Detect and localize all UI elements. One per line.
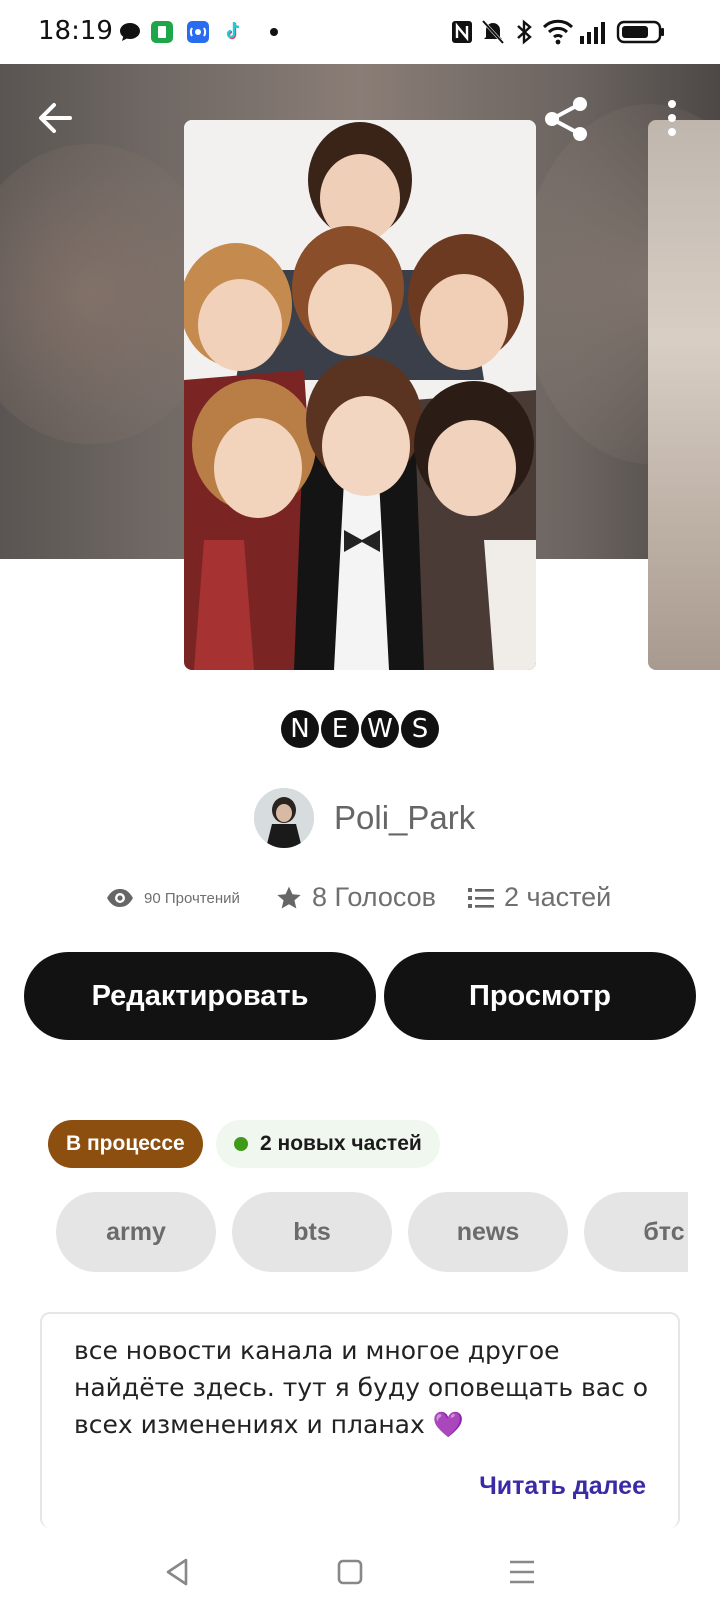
bluetooth-icon <box>517 19 532 45</box>
tag-chip[interactable]: bts <box>232 1192 392 1272</box>
star-icon <box>277 886 301 909</box>
tag-chip[interactable]: news <box>408 1192 568 1272</box>
avatar-image <box>254 788 314 848</box>
title-letter: N <box>281 710 319 748</box>
more-vertical-icon[interactable] <box>656 96 688 140</box>
author-row[interactable]: Poli_Park <box>254 788 475 848</box>
home-nav-icon[interactable] <box>330 1552 370 1592</box>
tiktok-icon <box>226 21 240 40</box>
story-cover-image <box>184 120 536 670</box>
new-parts-label: 2 новых частей <box>260 1132 422 1155</box>
votes-count: 8 Голосов <box>312 882 436 912</box>
wifi-icon <box>542 19 574 45</box>
back-nav-icon[interactable] <box>158 1552 198 1592</box>
read-more-link[interactable]: Читать далее <box>479 1472 646 1501</box>
stats-row: 90 Прочтений 8 Голосов 2 частей <box>106 882 666 926</box>
blue-app-icon <box>187 21 209 43</box>
edit-button[interactable]: Редактировать <box>24 952 376 1040</box>
votes-stat: 8 Голосов <box>276 882 436 913</box>
tag-chip[interactable]: army <box>56 1192 216 1272</box>
reads-stat: 90 Прочтений <box>106 888 240 908</box>
green-dot-icon <box>234 1137 248 1151</box>
avatar[interactable] <box>254 788 314 848</box>
nfc-icon <box>452 21 472 43</box>
menu-nav-icon[interactable] <box>502 1552 542 1592</box>
next-story-cover[interactable] <box>648 120 720 670</box>
muted-bell-icon <box>481 19 505 45</box>
author-name[interactable]: Poli_Park <box>334 799 475 837</box>
signal-icon <box>580 22 605 44</box>
eye-icon <box>107 889 133 907</box>
cover-illustration <box>184 120 536 670</box>
list-icon <box>468 887 494 908</box>
status-bar: 18:19 <box>0 0 720 64</box>
parts-count: 2 частей <box>504 882 612 912</box>
tags-list[interactable]: army bts news бтс <box>56 1192 688 1272</box>
reads-count: 90 Прочтений <box>144 889 240 907</box>
share-icon[interactable] <box>542 94 592 144</box>
new-parts-badge: 2 новых частей <box>216 1120 440 1168</box>
view-button[interactable]: Просмотр <box>384 952 696 1040</box>
status-time: 18:19 <box>38 16 113 46</box>
title-letter: W <box>361 710 399 748</box>
status-badge: В процессе <box>48 1120 203 1168</box>
parts-stat: 2 частей <box>468 882 611 913</box>
green-app-icon <box>151 21 173 43</box>
story-title: N E W S <box>0 710 720 748</box>
chat-bubble-icon <box>120 23 140 41</box>
title-letter: E <box>321 710 359 748</box>
description-card: все новости канала и многое другое найдё… <box>40 1312 680 1528</box>
system-nav-bar <box>0 1528 720 1612</box>
dot-icon <box>270 28 278 36</box>
arrow-left-icon[interactable] <box>34 96 78 140</box>
battery-icon <box>616 20 664 44</box>
title-letter: S <box>401 710 439 748</box>
tag-chip[interactable]: бтс <box>584 1192 688 1272</box>
description-text: все новости канала и многое другое найдё… <box>74 1336 649 1439</box>
